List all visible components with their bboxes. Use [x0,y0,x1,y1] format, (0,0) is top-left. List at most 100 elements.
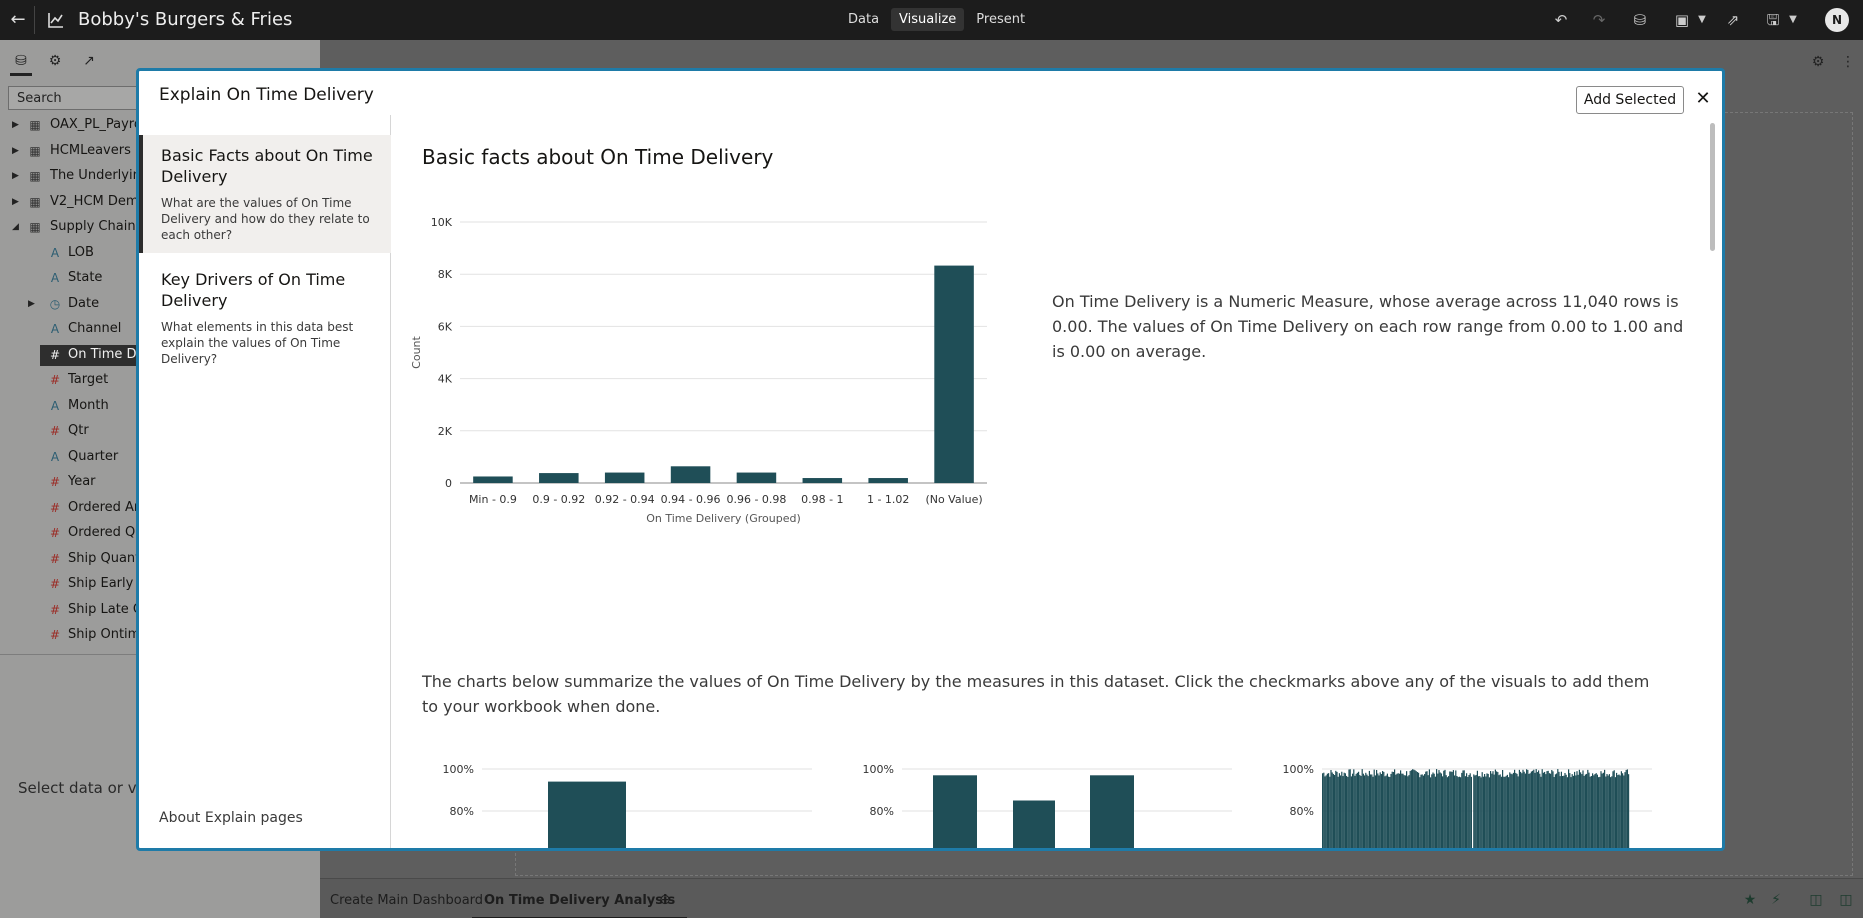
mini-bar[interactable] [1608,774,1610,848]
nav-basic-facts[interactable]: Basic Facts about On Time Delivery What … [139,135,391,253]
mini-bar[interactable] [1359,775,1361,848]
mini-bar[interactable] [1541,769,1543,848]
mini-bar[interactable] [1013,800,1055,849]
mini-bar[interactable] [1593,775,1595,848]
mini-bar[interactable] [1396,773,1398,848]
mini-bar[interactable] [1332,773,1334,848]
mini-bar[interactable] [1618,774,1620,848]
mini-bar[interactable] [1443,770,1445,848]
mini-bar[interactable] [1455,770,1457,848]
mini-bar[interactable] [1606,773,1608,848]
histogram-bar[interactable] [473,476,513,483]
mini-bar[interactable] [1395,774,1397,848]
mini-bar[interactable] [1559,776,1561,848]
mini-bar[interactable] [1594,774,1596,848]
more-options-icon[interactable]: ⋮ [1838,52,1858,72]
mini-bar[interactable] [1532,770,1534,848]
mini-bar[interactable] [1408,775,1410,848]
mini-bar[interactable] [1587,769,1589,848]
mini-bar[interactable] [1474,775,1476,848]
histogram-bar[interactable] [868,478,908,483]
mini-bar[interactable] [1610,777,1612,848]
mini-bar[interactable] [1503,776,1505,848]
mode-present[interactable]: Present [968,8,1033,31]
mini-bar[interactable] [1394,769,1396,848]
mini-bar[interactable] [1599,776,1601,848]
mini-bar[interactable] [1538,770,1540,848]
mini-bar[interactable] [1392,771,1394,848]
mini-chart-3[interactable]: 100% 80% [1252,741,1652,848]
mini-bar[interactable] [1434,776,1436,848]
add-selected-button[interactable]: Add Selected [1576,86,1684,114]
user-avatar[interactable]: N [1825,8,1849,32]
mini-bar[interactable] [1466,773,1468,848]
mini-bar[interactable] [1456,775,1458,848]
mini-bar[interactable] [1330,770,1332,848]
mini-bar[interactable] [1576,771,1578,848]
mini-bar[interactable] [1467,776,1469,848]
mini-bar[interactable] [1442,776,1444,848]
mini-bar[interactable] [1464,776,1466,848]
mini-bar[interactable] [1391,771,1393,848]
mini-bar[interactable] [1403,775,1405,848]
mini-bar[interactable] [1582,770,1584,848]
mini-bar[interactable] [1536,772,1538,848]
mini-bar[interactable] [1368,770,1370,848]
mini-bar[interactable] [1529,773,1531,848]
mini-bar[interactable] [1600,771,1602,848]
mini-bar[interactable] [1486,773,1488,848]
mini-bar[interactable] [1623,775,1625,848]
mini-bar[interactable] [1510,773,1512,848]
mini-bar[interactable] [1619,775,1621,848]
mini-bar[interactable] [1340,775,1342,848]
mini-bar[interactable] [1540,776,1542,848]
mini-bar[interactable] [1487,773,1489,848]
mini-bar[interactable] [1577,774,1579,848]
mini-bar[interactable] [1373,769,1375,848]
mini-bar[interactable] [1400,770,1402,848]
histogram-bar[interactable] [736,472,777,483]
mini-bar[interactable] [1422,775,1424,848]
mini-bar[interactable] [1331,772,1333,848]
mini-bar[interactable] [1554,774,1556,848]
mini-bar[interactable] [1386,773,1388,848]
undo-icon[interactable]: ↶ [1551,10,1571,30]
mini-bar[interactable] [1589,776,1591,848]
comment-icon[interactable]: ▣ [1672,10,1692,30]
mini-bar[interactable] [1498,775,1500,848]
mini-bar[interactable] [1410,770,1412,848]
mini-bar[interactable] [1325,775,1327,848]
mini-bar[interactable] [1491,773,1493,848]
mini-bar[interactable] [1625,769,1627,848]
mini-bar[interactable] [1449,771,1451,848]
mini-bar[interactable] [1437,773,1439,848]
mini-bar[interactable] [1563,775,1565,848]
mini-bar[interactable] [1451,771,1453,848]
mini-bar[interactable] [1520,771,1522,848]
mini-bar[interactable] [1484,774,1486,848]
mini-bar[interactable] [1457,777,1459,848]
mini-bar[interactable] [1571,774,1573,848]
mini-bar[interactable] [1607,775,1609,848]
mode-data[interactable]: Data [840,8,887,31]
mini-bar[interactable] [1389,776,1391,848]
mini-bar[interactable] [1580,772,1582,848]
histogram-bar[interactable] [934,265,974,483]
mini-bar[interactable] [1504,776,1506,848]
histogram-bar[interactable] [604,472,645,483]
mini-bar[interactable] [1439,772,1441,848]
mini-bar[interactable] [1493,774,1495,848]
mini-bar[interactable] [1460,777,1462,848]
mini-bar[interactable] [1426,771,1428,848]
mini-bar[interactable] [1570,777,1572,848]
mini-bar[interactable] [1492,771,1494,848]
mini-bar[interactable] [1463,770,1465,848]
mini-bar[interactable] [1556,773,1558,848]
mini-bar[interactable] [1430,777,1432,848]
mini-bar[interactable] [1502,769,1504,848]
caret-right-icon[interactable]: ▶ [12,146,19,156]
mini-bar[interactable] [1380,774,1382,848]
mini-bar[interactable] [1535,769,1537,848]
mini-bar[interactable] [933,775,977,848]
mini-bar[interactable] [1414,770,1416,848]
